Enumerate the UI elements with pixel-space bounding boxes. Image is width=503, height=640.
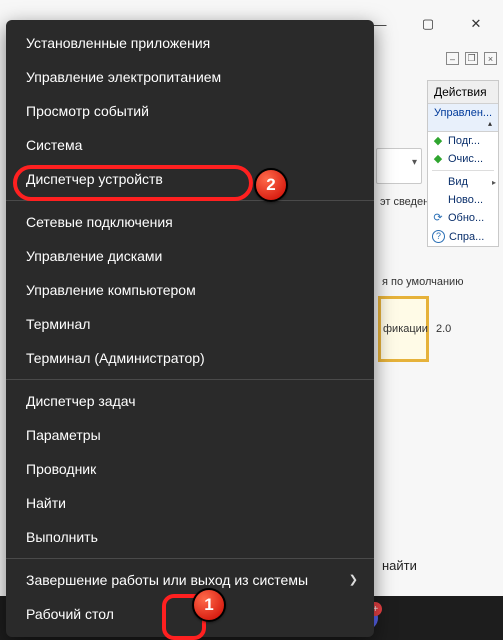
spec-label: фикации (383, 323, 428, 335)
menu-label: Завершение работы или выход из системы (26, 572, 308, 588)
separator (6, 200, 374, 201)
separator (6, 379, 374, 380)
action-label: Ново... (448, 194, 483, 206)
dropdown-stub[interactable] (376, 148, 422, 184)
close-icon: ✕ (471, 16, 482, 32)
menu-computer-management[interactable]: Управление компьютером (6, 273, 374, 307)
help-icon: ? (432, 230, 445, 243)
actions-section[interactable]: Управлен... ▴ (428, 104, 498, 132)
winx-context-menu: Установленные приложения Управление элек… (6, 20, 374, 637)
action-label: Обно... (448, 212, 484, 224)
menu-terminal-admin[interactable]: Терминал (Администратор) (6, 341, 374, 375)
action-clear[interactable]: ◆ Очис... (428, 150, 498, 168)
menu-device-manager[interactable]: Диспетчер устройств (6, 162, 374, 196)
refresh-icon: ⟳ (432, 212, 444, 224)
menu-desktop[interactable]: Рабочий стол (6, 597, 374, 631)
menu-task-manager[interactable]: Диспетчер задач (6, 384, 374, 418)
chevron-right-icon: ▸ (492, 178, 496, 187)
chevron-right-icon: ❯ (349, 571, 358, 589)
chevron-up-icon: ▴ (488, 119, 492, 128)
maximize-icon: ▢ (422, 16, 434, 32)
action-label: Подг... (448, 135, 480, 147)
maximize-button[interactable]: ▢ (405, 4, 451, 44)
menu-system[interactable]: Система (6, 128, 374, 162)
action-help[interactable]: ? Спра... (428, 227, 498, 246)
callout-badge-1: 1 (192, 588, 226, 622)
action-label: Вид (448, 176, 468, 188)
actions-header: Действия (428, 81, 498, 104)
plus-icon: ◆ (432, 153, 444, 165)
action-label: Спра... (449, 231, 484, 243)
menu-installed-apps[interactable]: Установленные приложения (6, 26, 374, 60)
blank-icon (432, 194, 444, 206)
actions-section-label: Управлен... (434, 107, 492, 119)
menu-run[interactable]: Выполнить (6, 520, 374, 554)
blank-icon (432, 176, 444, 188)
close-button[interactable]: ✕ (453, 4, 499, 44)
menu-disk-management[interactable]: Управление дисками (6, 239, 374, 273)
callout-badge-2: 2 (254, 168, 288, 202)
menu-network-connections[interactable]: Сетевые подключения (6, 205, 374, 239)
action-refresh[interactable]: ⟳ Обно... (428, 209, 498, 227)
menu-settings[interactable]: Параметры (6, 418, 374, 452)
separator (432, 170, 494, 171)
mdi-minimize-button[interactable]: – (446, 52, 459, 65)
menu-power-management[interactable]: Управление электропитанием (6, 60, 374, 94)
action-new[interactable]: Ново... (428, 191, 498, 209)
highlighted-spec-box: фикации 2.0 (378, 296, 429, 362)
action-view[interactable]: Вид ▸ (428, 173, 498, 191)
mdi-restore-button[interactable]: ❐ (465, 52, 478, 65)
window-controls: ― ▢ ✕ (357, 0, 499, 48)
minimize-icon: ― (374, 17, 387, 32)
center-hint-default: я по умолчанию (382, 276, 463, 288)
menu-terminal[interactable]: Терминал (6, 307, 374, 341)
stage: ― ▢ ✕ – ❐ × эт сведения о я по умолчанию… (0, 0, 503, 640)
action-prepare[interactable]: ◆ Подг... (428, 132, 498, 150)
find-text-fragment: найти (382, 558, 417, 573)
menu-search[interactable]: Найти (6, 486, 374, 520)
actions-pane: Действия Управлен... ▴ ◆ Подг... ◆ Очис.… (427, 80, 499, 247)
mdi-controls: – ❐ × (446, 52, 497, 65)
separator (6, 558, 374, 559)
menu-explorer[interactable]: Проводник (6, 452, 374, 486)
menu-shutdown-signout[interactable]: Завершение работы или выход из системы ❯ (6, 563, 374, 597)
spec-value: 2.0 (436, 323, 451, 335)
menu-event-viewer[interactable]: Просмотр событий (6, 94, 374, 128)
mdi-close-button[interactable]: × (484, 52, 497, 65)
action-label: Очис... (448, 153, 483, 165)
plus-icon: ◆ (432, 135, 444, 147)
